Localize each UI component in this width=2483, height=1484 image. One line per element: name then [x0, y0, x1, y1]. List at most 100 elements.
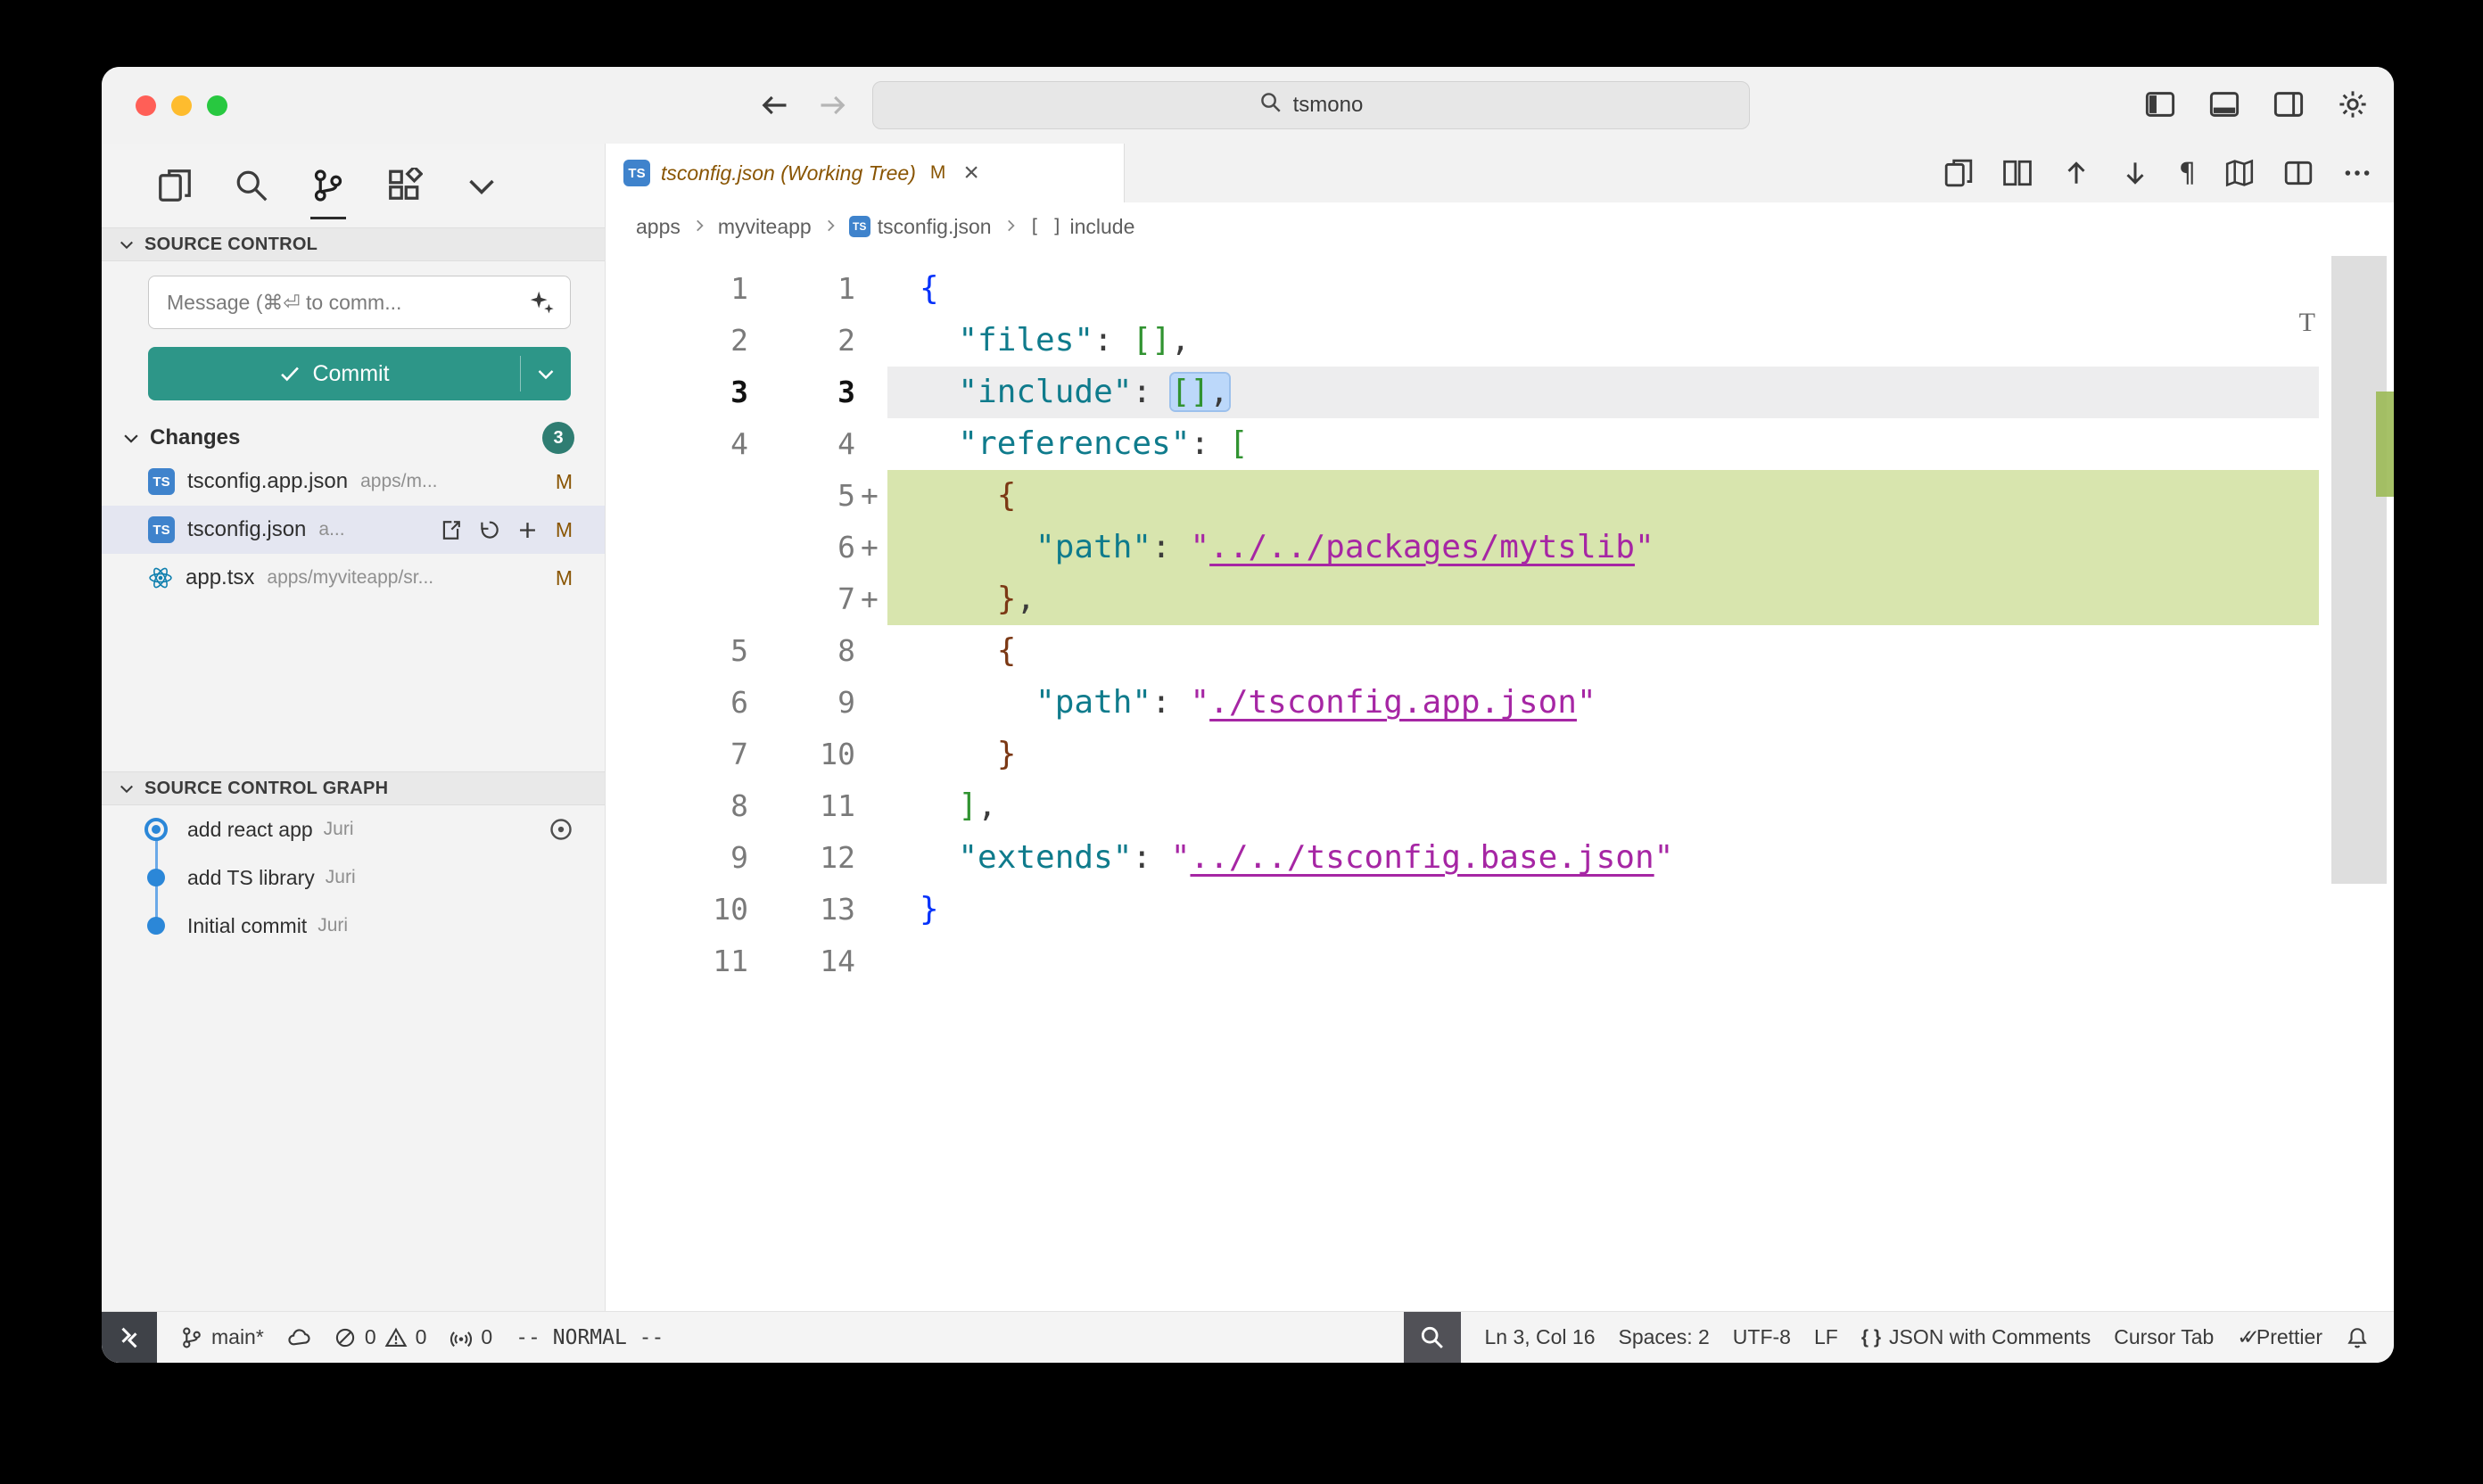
tab-tsconfig-working-tree[interactable]: TS tsconfig.json (Working Tree) M × — [606, 144, 1125, 202]
code-line[interactable]: 22 "files": [], — [606, 315, 2319, 367]
open-changes-icon[interactable] — [1943, 158, 1974, 188]
commit-message: Initial commit — [187, 914, 307, 938]
vim-mode-indicator[interactable]: -- NORMAL -- — [516, 1326, 664, 1349]
desktop: tsmono — [0, 0, 2483, 1484]
close-window-button[interactable] — [136, 95, 156, 116]
changes-section-header[interactable]: Changes 3 — [102, 418, 605, 458]
new-line-number: 4 — [748, 418, 855, 470]
nav-forward-icon[interactable] — [817, 89, 849, 126]
branch-indicator[interactable]: main* — [180, 1325, 264, 1349]
scrollbar-thumb[interactable] — [2331, 256, 2387, 884]
breadcrumb-apps[interactable]: apps — [636, 215, 681, 239]
source-control-graph-header[interactable]: SOURCE CONTROL GRAPH — [102, 771, 605, 805]
discard-icon[interactable] — [477, 518, 501, 542]
new-line-number: 13 — [748, 884, 855, 936]
added-line-marker — [855, 832, 887, 884]
file-row[interactable]: app.tsxapps/myviteapp/sr...M — [102, 554, 605, 602]
new-line-number: 7 — [748, 573, 855, 625]
previous-change-icon[interactable] — [2061, 158, 2091, 188]
code-text: { — [887, 625, 2319, 677]
source-control-header[interactable]: SOURCE CONTROL — [102, 227, 605, 261]
goto-commit-icon[interactable] — [548, 816, 574, 843]
cursor-tab-indicator[interactable]: Cursor Tab — [2114, 1325, 2214, 1349]
extensions-icon[interactable] — [387, 168, 423, 203]
code-line[interactable]: 912 "extends": "../../tsconfig.base.json… — [606, 832, 2319, 884]
old-line-number: 10 — [606, 884, 748, 936]
file-row[interactable]: TStsconfig.jsona...M — [102, 506, 605, 554]
commit-dropdown-button[interactable] — [521, 347, 571, 400]
next-change-icon[interactable] — [2120, 158, 2150, 188]
formatter-indicator[interactable]: ✓✓ Prettier — [2237, 1325, 2322, 1349]
stage-icon[interactable] — [516, 518, 540, 542]
source-control-icon[interactable] — [310, 168, 346, 203]
indentation-indicator[interactable]: Spaces: 2 — [1619, 1325, 1710, 1349]
toggle-primary-sidebar-icon[interactable] — [2144, 88, 2176, 125]
remote-indicator[interactable] — [102, 1312, 157, 1363]
toggle-secondary-sidebar-icon[interactable] — [2273, 88, 2305, 125]
toggle-whitespace-icon[interactable]: ¶ — [2179, 158, 2196, 189]
code-line[interactable]: 7+ }, — [606, 573, 2319, 625]
eol-indicator[interactable]: LF — [1814, 1325, 1838, 1349]
code-text: { — [887, 470, 2319, 522]
bell-icon — [2346, 1326, 2369, 1349]
more-actions-icon[interactable] — [2342, 158, 2372, 188]
more-views-chevron-icon[interactable] — [464, 168, 499, 203]
commit-row[interactable]: add TS libraryJuri — [102, 853, 605, 902]
code-line[interactable]: 5+ { — [606, 470, 2319, 522]
file-row[interactable]: TStsconfig.app.jsonapps/m...M — [102, 458, 605, 506]
generate-commit-message-sparkle-icon[interactable] — [528, 288, 555, 319]
settings-gear-icon[interactable] — [2337, 88, 2369, 125]
commit-message-input[interactable] — [148, 276, 571, 329]
code-line[interactable]: 44 "references": [ — [606, 418, 2319, 470]
symbol-array-icon: [ ] — [1029, 216, 1063, 237]
compare-icon[interactable] — [2002, 158, 2033, 188]
close-tab-icon[interactable]: × — [963, 160, 979, 186]
encoding-indicator[interactable]: UTF-8 — [1733, 1325, 1791, 1349]
code-line[interactable]: 11{ — [606, 263, 2319, 315]
publish-indicator[interactable] — [287, 1326, 310, 1349]
breadcrumb-myviteapp[interactable]: myviteapp — [718, 215, 812, 239]
breadcrumb-symbol-include[interactable]: [ ] include — [1029, 215, 1135, 239]
code-line[interactable]: 33 "include": [], — [606, 367, 2319, 418]
problems-indicator[interactable]: 0 0 — [334, 1325, 427, 1349]
code-line[interactable]: 1013} — [606, 884, 2319, 936]
nav-back-icon[interactable] — [758, 89, 790, 126]
minimize-window-button[interactable] — [171, 95, 192, 116]
map-icon[interactable] — [2224, 158, 2255, 188]
tab-bar: TS tsconfig.json (Working Tree) M × — [606, 144, 2394, 202]
added-line-marker: + — [855, 522, 887, 573]
editor-group: TS tsconfig.json (Working Tree) M × — [606, 144, 2394, 1311]
code-line[interactable]: 58 { — [606, 625, 2319, 677]
old-line-number: 2 — [606, 315, 748, 367]
search-query: tsmono — [1293, 93, 1364, 118]
new-line-number: 5 — [748, 470, 855, 522]
git-status-badge: M — [556, 470, 573, 494]
split-editor-icon[interactable] — [2283, 158, 2314, 188]
commit-row[interactable]: add react appJuri — [102, 805, 605, 853]
commit-button[interactable]: Commit — [148, 347, 571, 400]
code-line[interactable]: 811 ], — [606, 780, 2319, 832]
maximize-window-button[interactable] — [207, 95, 227, 116]
command-center-search[interactable]: tsmono — [872, 81, 1750, 129]
toggle-panel-icon[interactable] — [2208, 88, 2240, 125]
modified-badge: M — [930, 162, 946, 184]
breadcrumb-file[interactable]: TS tsconfig.json — [849, 215, 992, 239]
commit-message-box — [148, 276, 571, 329]
old-line-number: 8 — [606, 780, 748, 832]
open-file-icon[interactable] — [439, 518, 463, 542]
code-line[interactable]: 69 "path": "./tsconfig.app.json" — [606, 677, 2319, 729]
minimap-char: T — [2299, 308, 2315, 338]
zoom-indicator[interactable] — [1404, 1312, 1461, 1363]
status-bar: main* 0 0 0 -- NORMAL -- Ln 3, Col 16 Sp… — [102, 1311, 2394, 1363]
commit-row[interactable]: Initial commitJuri — [102, 902, 605, 950]
code-line[interactable]: 710 } — [606, 729, 2319, 780]
explorer-icon[interactable] — [157, 168, 193, 203]
code-line[interactable]: 1114 — [606, 936, 2319, 987]
language-mode-indicator[interactable]: { } JSON with Comments — [1861, 1325, 2091, 1349]
cursor-position-indicator[interactable]: Ln 3, Col 16 — [1484, 1325, 1595, 1349]
notifications-bell[interactable] — [2346, 1326, 2369, 1349]
code-line[interactable]: 6+ "path": "../../packages/mytslib" — [606, 522, 2319, 573]
ports-indicator[interactable]: 0 — [450, 1325, 492, 1349]
diff-editor[interactable]: 11{22 "files": [],33 "include": [],44 "r… — [606, 251, 2394, 1311]
search-view-icon[interactable] — [234, 168, 269, 203]
